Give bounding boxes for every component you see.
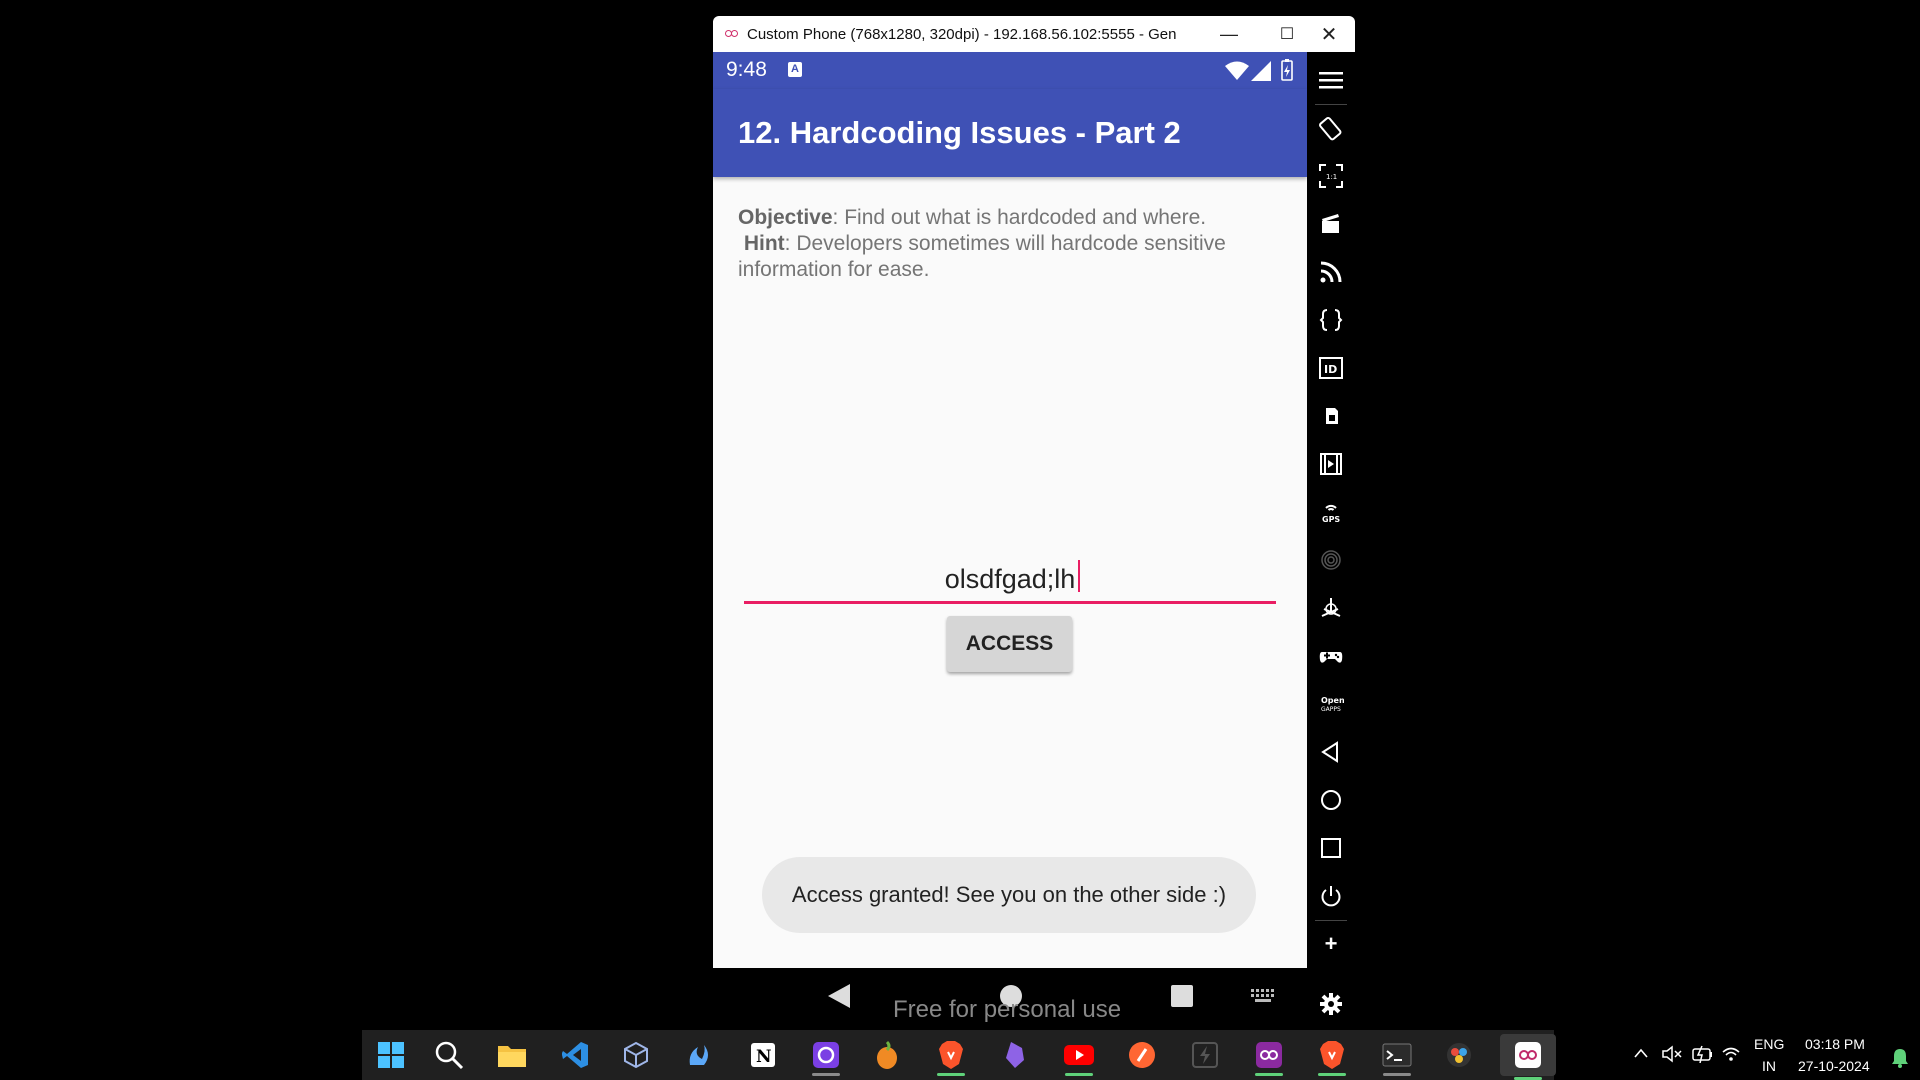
gps-icon[interactable]: GPS xyxy=(1307,492,1355,532)
phone-screen: 9:48 A 12. Hardcoding Issues - Part 2 Ob… xyxy=(713,52,1307,1028)
svg-text:Open: Open xyxy=(1321,696,1344,705)
power-icon[interactable] xyxy=(1307,876,1355,916)
access-button[interactable]: ACCESS xyxy=(947,616,1072,672)
toast-message: Access granted! See you on the other sid… xyxy=(762,857,1256,933)
app-bar: 12. Hardcoding Issues - Part 2 xyxy=(713,89,1307,177)
shell-icon[interactable] xyxy=(1307,300,1355,340)
emulator-window: Custom Phone (768x1280, 320dpi) - 192.16… xyxy=(713,16,1355,1028)
terminal-icon[interactable] xyxy=(1380,1038,1414,1076)
password-input[interactable] xyxy=(744,557,1276,604)
svg-text:1:1: 1:1 xyxy=(1326,173,1337,181)
sim-icon[interactable] xyxy=(1307,396,1355,436)
device-id-icon[interactable]: ID xyxy=(1307,348,1355,388)
media-icon[interactable] xyxy=(1307,444,1355,484)
window-title: Custom Phone (768x1280, 320dpi) - 192.16… xyxy=(747,25,1177,43)
svg-text:GAPPS: GAPPS xyxy=(1321,706,1341,713)
nav-back-icon[interactable] xyxy=(826,982,852,1010)
notification-a-icon: A xyxy=(788,62,802,77)
running-indicator xyxy=(1383,1073,1411,1076)
obsidian-icon[interactable] xyxy=(998,1038,1032,1072)
capture-icon[interactable] xyxy=(1307,204,1355,244)
app-icon-dark[interactable] xyxy=(1188,1038,1222,1072)
sidebar-divider xyxy=(1315,104,1347,105)
pixel-perfect-icon[interactable]: 1:1 xyxy=(1307,156,1355,196)
recents-icon[interactable] xyxy=(1307,828,1355,868)
genymotion-sidebar: 1:1 ID GPS Open GAPPS + xyxy=(1307,52,1355,1028)
file-explorer-icon[interactable] xyxy=(495,1038,529,1072)
rotate-icon[interactable] xyxy=(1307,108,1355,148)
keyboard-icon[interactable] xyxy=(1250,988,1278,1004)
battery-charging-icon[interactable] xyxy=(1692,1045,1714,1063)
running-indicator xyxy=(937,1073,965,1076)
vscode-icon[interactable] xyxy=(558,1038,592,1072)
genymotion-logo-icon xyxy=(725,30,739,38)
fl-studio-icon[interactable] xyxy=(870,1038,904,1072)
hint-label: Hint xyxy=(743,232,785,255)
volume-muted-icon[interactable] xyxy=(1662,1045,1682,1063)
genymotion-active-icon[interactable] xyxy=(1500,1034,1556,1080)
status-bar: 9:48 A xyxy=(713,52,1307,89)
description: Objective: Find out what is hardcoded an… xyxy=(738,205,1278,283)
text-caret xyxy=(1078,560,1080,592)
nav-recents-icon[interactable] xyxy=(1169,982,1195,1010)
svg-text:N: N xyxy=(756,1047,772,1067)
settings-icon[interactable] xyxy=(1307,984,1355,1024)
virtualbox-icon[interactable] xyxy=(619,1038,653,1072)
clock-date[interactable]: 27-10-2024 xyxy=(1798,1058,1870,1074)
running-indicator xyxy=(1065,1073,1093,1076)
davinci-icon[interactable] xyxy=(1442,1038,1476,1072)
burp-icon[interactable] xyxy=(1125,1038,1159,1072)
genymotion-taskbar-icon[interactable] xyxy=(1252,1038,1286,1076)
minimize-button[interactable]: — xyxy=(1201,16,1257,52)
proton-icon[interactable] xyxy=(809,1038,843,1076)
sidebar-divider xyxy=(1315,920,1347,921)
chevron-up-icon[interactable] xyxy=(1634,1048,1648,1058)
running-indicator xyxy=(1255,1073,1283,1076)
region-label[interactable]: IN xyxy=(1762,1058,1776,1074)
cast-icon[interactable] xyxy=(1307,252,1355,292)
running-indicator xyxy=(812,1073,840,1076)
battery-icon xyxy=(1281,59,1293,81)
brave-icon[interactable] xyxy=(934,1038,968,1076)
signal-icon xyxy=(1251,61,1271,81)
youtube-icon[interactable] xyxy=(1062,1038,1096,1076)
hint-text: : Developers sometimes will hardcode sen… xyxy=(738,232,1226,281)
menu-icon[interactable] xyxy=(1307,60,1355,100)
wifi-icon xyxy=(1225,61,1249,80)
vscodium-icon[interactable] xyxy=(681,1038,715,1072)
gamepad-icon[interactable] xyxy=(1307,636,1355,676)
svg-text:ID: ID xyxy=(1324,363,1337,376)
taskbar: N xyxy=(362,1030,1556,1080)
fingerprint-icon xyxy=(1307,540,1355,580)
wifi-tray-icon[interactable] xyxy=(1722,1046,1740,1062)
start-button-icon[interactable] xyxy=(374,1038,408,1072)
search-icon[interactable] xyxy=(432,1038,466,1072)
page-title: 12. Hardcoding Issues - Part 2 xyxy=(738,115,1181,150)
open-gapps-icon[interactable]: Open GAPPS xyxy=(1307,684,1355,724)
notion-icon[interactable]: N xyxy=(746,1038,780,1072)
objective-text: : Find out what is hardcoded and where. xyxy=(832,206,1207,229)
running-indicator xyxy=(1318,1073,1346,1076)
window-titlebar[interactable]: Custom Phone (768x1280, 320dpi) - 192.16… xyxy=(713,16,1355,52)
home-icon[interactable] xyxy=(1307,780,1355,820)
system-tray: ENG IN 03:18 PM 27-10-2024 xyxy=(1628,1030,1920,1080)
add-icon[interactable]: + xyxy=(1307,924,1355,964)
objective-label: Objective xyxy=(738,206,833,229)
status-time: 9:48 xyxy=(726,58,767,81)
gps-label: GPS xyxy=(1322,515,1340,524)
notification-bell-icon[interactable] xyxy=(1892,1048,1908,1068)
watermark-text: Free for personal use xyxy=(893,996,1122,1023)
clock-time[interactable]: 03:18 PM xyxy=(1805,1036,1865,1052)
close-button[interactable]: ✕ xyxy=(1303,16,1355,52)
language-label[interactable]: ENG xyxy=(1754,1036,1784,1052)
back-icon[interactable] xyxy=(1307,732,1355,772)
motion-icon[interactable] xyxy=(1307,588,1355,628)
brave-beta-icon[interactable] xyxy=(1315,1038,1349,1076)
